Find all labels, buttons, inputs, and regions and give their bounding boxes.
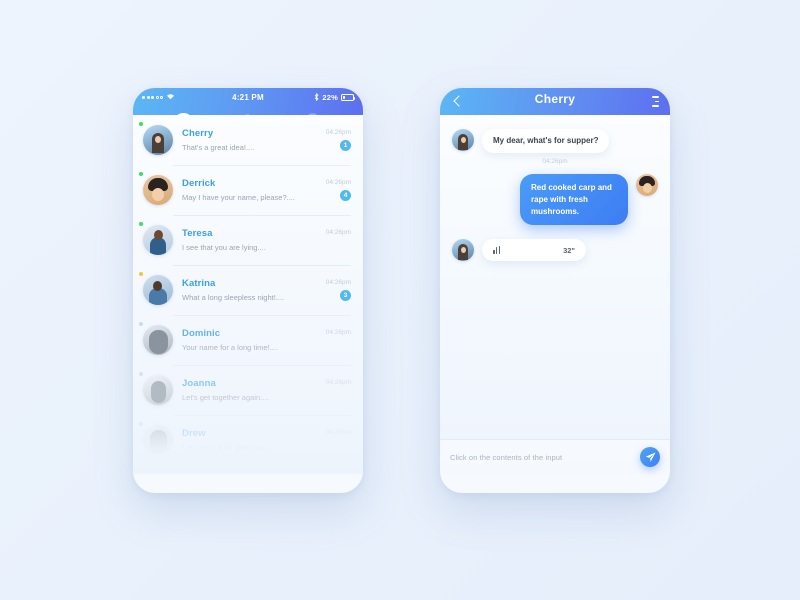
list-item-right: 04:26pm <box>326 329 351 351</box>
contact-name: Derrick <box>182 178 216 190</box>
list-item-right: 04:26pm <box>326 379 351 401</box>
list-item-meta: Joanna Let's get together again.... <box>182 378 326 402</box>
voice-message-bubble[interactable]: 32" <box>482 239 586 262</box>
unread-badge: 4 <box>340 190 351 201</box>
phone-conversation: 4:21 PM 22% Cherry M <box>440 88 670 493</box>
avatar <box>143 225 173 255</box>
conversation-list[interactable]: Cherry That's a great idea!.... 04:26pm … <box>133 115 363 474</box>
message-preview: May I have your name, please?.... <box>182 192 295 202</box>
list-item-right: 04:26pm 1 <box>326 129 351 151</box>
list-item-right: 04:26pm <box>326 429 351 451</box>
timestamp: 04:26pm <box>325 179 351 186</box>
contact-name: Drew <box>182 428 206 440</box>
message-input[interactable]: Click on the contents of the input <box>450 453 640 462</box>
message-preview: I see that you are lying.... <box>182 242 266 252</box>
message-preview: Your name for a long time!.... <box>182 342 279 352</box>
list-item[interactable]: Dominic Your name for a long time!.... 0… <box>133 315 363 365</box>
message-outgoing-text: Red cooked carp and rape with fresh mush… <box>452 174 658 226</box>
contact-name: Joanna <box>182 378 216 390</box>
avatar <box>636 174 658 197</box>
list-item-right: 04:26pm 3 <box>326 279 351 301</box>
list-item[interactable]: Cherry That's a great idea!.... 04:26pm … <box>133 115 363 165</box>
unread-badge: 3 <box>340 290 351 301</box>
avatar <box>143 425 173 455</box>
message-bubble: Red cooked carp and rape with fresh mush… <box>520 174 628 226</box>
contact-name: Dominic <box>182 328 221 340</box>
avatar <box>143 125 173 155</box>
timestamp: 04:26pm <box>325 379 351 386</box>
message-bubble: My dear, what's for supper? <box>482 129 610 154</box>
avatar <box>143 325 173 355</box>
list-item-meta: Derrick May I have your name, please?...… <box>182 178 326 202</box>
contact-name: Teresa <box>182 228 213 240</box>
list-item-meta: Teresa I see that you are lying.... <box>182 228 326 252</box>
timestamp: 04:26pm <box>325 229 351 236</box>
avatar <box>143 375 173 405</box>
status-bar-time: 4:21 PM <box>232 93 264 102</box>
send-paper-plane-icon <box>645 452 655 462</box>
left-phone-header: 4:21 PM 22% <box>133 88 363 128</box>
list-item[interactable]: Derrick May I have your name, please?...… <box>133 165 363 215</box>
contact-name: Katrina <box>182 278 216 290</box>
battery-icon <box>341 94 356 101</box>
avatar <box>143 275 173 305</box>
status-dot <box>139 472 143 474</box>
timestamp: 04:26pm <box>325 279 351 286</box>
voice-duration: 32" <box>563 245 575 255</box>
status-bar-left: 4:21 PM 22% <box>133 88 363 107</box>
page-title: Cherry <box>534 92 576 106</box>
list-item-right: 04:26pm 4 <box>326 179 351 201</box>
avatar <box>452 129 474 151</box>
contact-name: Cherry <box>182 128 214 140</box>
timestamp: 04:26pm <box>325 329 351 336</box>
send-button[interactable] <box>640 447 660 467</box>
message-thread: My dear, what's for supper? 04:26pm Red … <box>440 115 670 474</box>
message-preview: That's a great idea!.... <box>182 142 255 152</box>
list-item-meta: Katrina What a long sleepless night!.... <box>182 278 326 302</box>
list-item-right: 04:26pm <box>326 229 351 251</box>
message-preview: I.ve heard a lot about you.... <box>182 442 275 452</box>
message-preview: Let's get together again.... <box>182 392 269 402</box>
phone-chat-list: 4:21 PM 22% Cherry That's a great idea!.… <box>133 88 363 493</box>
message-incoming-text: My dear, what's for supper? <box>452 129 658 154</box>
list-item-meta: Dominic Your name for a long time!.... <box>182 328 326 352</box>
unread-badge: 1 <box>340 140 351 151</box>
list-item-meta: Cherry That's a great idea!.... <box>182 128 326 152</box>
message-incoming-voice: 32" <box>452 239 658 262</box>
list-item[interactable]: Teresa I see that you are lying.... 04:2… <box>133 215 363 265</box>
timestamp: 04:26pm <box>325 129 351 136</box>
avatar <box>143 175 173 205</box>
waveform-icon <box>493 246 501 255</box>
list-item[interactable]: Drew I.ve heard a lot about you.... 04:2… <box>133 415 363 465</box>
timestamp: 04:26pm <box>325 429 351 436</box>
list-item-meta: Drew I.ve heard a lot about you.... <box>182 428 326 452</box>
message-timestamp: 04:26pm <box>542 158 568 166</box>
list-item[interactable]: Joanna Let's get together again.... 04:2… <box>133 365 363 415</box>
list-item[interactable]: Wit 04:26pm <box>133 465 363 474</box>
list-item[interactable]: Katrina What a long sleepless night!....… <box>133 265 363 315</box>
conversation-header: 4:21 PM 22% Cherry <box>440 88 670 115</box>
message-input-bar[interactable]: Click on the contents of the input <box>440 439 670 474</box>
screenshot-canvas: 4:21 PM 22% Cherry That's a great idea!.… <box>0 0 800 600</box>
avatar <box>452 239 474 262</box>
message-preview: What a long sleepless night!.... <box>182 292 285 302</box>
